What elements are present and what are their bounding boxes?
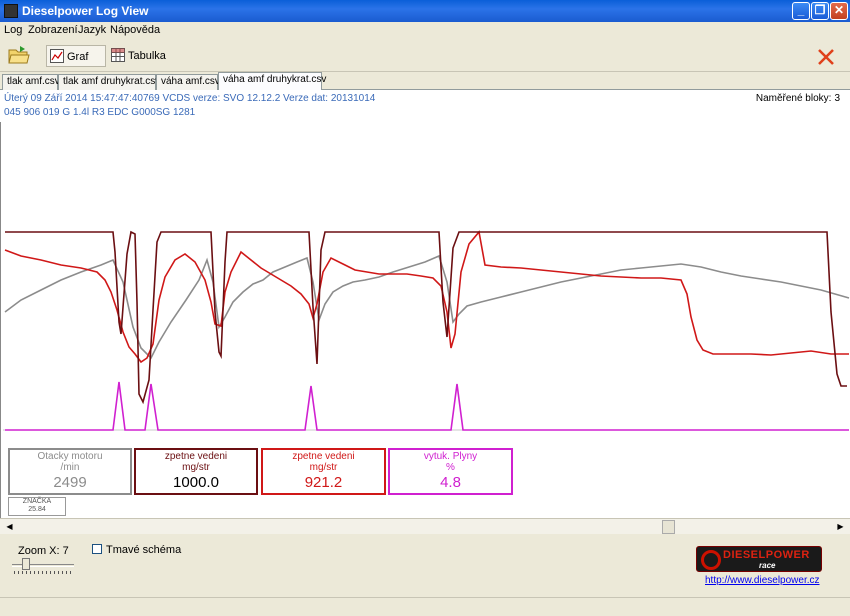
gauge-return-line-1[interactable]: zpetne vedeni mg/str 1000.0 xyxy=(134,448,258,495)
app-window: Dieselpower Log View _ ❐ ✕ Log Zobrazení… xyxy=(0,0,850,616)
logo-subtitle: race engineering xyxy=(759,561,804,571)
graph-icon xyxy=(50,49,64,63)
close-file-icon[interactable] xyxy=(815,46,837,68)
log-info-line2: 045 906 019 G 1.4l R3 EDC G000SG 1281 xyxy=(4,107,196,118)
marker-value: 25.84 xyxy=(28,506,46,513)
menu-bar: Log Zobrazení Jazyk Nápověda xyxy=(0,22,850,40)
open-folder-icon[interactable] xyxy=(8,45,30,65)
gauge-return-line-2-name: zpetne vedeni xyxy=(292,451,355,462)
gauge-exhaust-leak[interactable]: vytuk. Plyny % 4.8 xyxy=(388,448,513,495)
table-view-button[interactable]: Tabulka xyxy=(108,45,172,67)
logo-brand: DIESELPOWER xyxy=(723,549,810,561)
measured-blocks-label: Naměřené bloky: xyxy=(755,93,832,104)
dieselpower-logo: DIESELPOWER race engineering xyxy=(696,546,822,572)
window-title: Dieselpower Log View xyxy=(22,4,149,18)
logo-tire-icon xyxy=(701,550,721,570)
website-link[interactable]: http://www.dieselpower.cz xyxy=(705,575,820,586)
scroll-right-arrow-icon[interactable]: ▶ xyxy=(833,520,848,534)
minimize-button[interactable]: _ xyxy=(792,2,810,20)
gauge-engine-speed-unit: /min xyxy=(60,462,80,473)
gauge-return-line-1-value: 1000.0 xyxy=(173,474,219,491)
graph-label: Graf xyxy=(67,51,89,63)
zoom-slider-ticks xyxy=(14,571,72,574)
table-icon xyxy=(111,48,125,62)
gauge-return-line-2[interactable]: zpetne vedeni mg/str 921.2 xyxy=(261,448,386,495)
tab-vaha-amf-druhykrat[interactable]: váha amf druhykrat.csv xyxy=(218,72,326,91)
table-label: Tabulka xyxy=(128,50,166,62)
gauge-engine-speed-value: 2499 xyxy=(53,474,87,491)
bottom-panel: Zoom X:7 Tmavé schéma DIESELPOWER race e… xyxy=(0,534,850,594)
zoom-x-readout: Zoom X: 7 xyxy=(18,545,69,557)
dark-scheme-checkbox-box[interactable] xyxy=(92,544,102,554)
menu-log[interactable]: Log xyxy=(4,24,22,36)
menu-view[interactable]: Zobrazení xyxy=(28,24,78,36)
log-info: Úterý 09 Září 2014 15:47:47:40769 VCDS v… xyxy=(0,90,850,122)
measured-blocks: Naměřené bloky: 3 xyxy=(756,93,840,104)
toolbar: Graf Tabulka xyxy=(0,40,850,72)
zoom-x-label: Zoom X: xyxy=(18,545,60,557)
menu-language[interactable]: Jazyk xyxy=(78,24,106,36)
series-gray-line xyxy=(4,254,850,360)
gauge-return-line-2-unit: mg/str xyxy=(309,462,338,473)
status-bar xyxy=(0,597,850,616)
tab-vaha-amf[interactable]: váha amf.csv xyxy=(156,74,220,90)
scroll-left-arrow-icon[interactable]: ◀ xyxy=(2,520,17,534)
series-red-line xyxy=(4,230,849,364)
tab-tlak-amf-druhykrat[interactable]: tlak amf druhykrat.csv xyxy=(58,74,160,90)
gauge-exhaust-leak-unit: % xyxy=(446,462,455,473)
scroll-thumb[interactable] xyxy=(662,520,675,534)
marker-label: ZNAČKA xyxy=(22,498,52,505)
title-bar: Dieselpower Log View _ ❐ ✕ xyxy=(0,0,850,22)
marker-box[interactable]: ZNAČKA 25.84 xyxy=(8,497,66,516)
gauge-return-line-2-value: 921.2 xyxy=(304,474,343,491)
gauge-engine-speed-name: Otacky motoru xyxy=(37,451,103,462)
menu-help[interactable]: Nápověda xyxy=(110,24,160,36)
gauge-return-line-1-unit: mg/str xyxy=(182,462,210,473)
zoom-x-slider[interactable] xyxy=(12,558,74,574)
zoom-slider-knob[interactable] xyxy=(22,558,30,570)
file-tabs: tlak amf.csv tlak amf druhykrat.csv váha… xyxy=(0,72,850,91)
measured-blocks-value: 3 xyxy=(834,93,840,104)
gauge-exhaust-leak-name: vytuk. Plyny xyxy=(423,451,478,462)
dark-scheme-label: Tmavé schéma xyxy=(106,544,182,556)
gauge-exhaust-leak-value: 4.8 xyxy=(440,474,461,491)
tab-tlak-amf[interactable]: tlak amf.csv xyxy=(2,74,60,90)
close-window-button[interactable]: ✕ xyxy=(830,2,848,20)
dark-scheme-checkbox[interactable]: Tmavé schéma xyxy=(92,544,181,556)
log-info-line1: Úterý 09 Září 2014 15:47:47:40769 VCDS v… xyxy=(4,93,376,104)
app-icon xyxy=(4,4,18,18)
graph-view-button[interactable]: Graf xyxy=(46,45,106,67)
maximize-button[interactable]: ❐ xyxy=(811,2,829,20)
graph-area[interactable]: Otacky motoru /min 2499 zpetne vedeni mg… xyxy=(0,122,850,518)
series-magenta-line xyxy=(5,381,849,431)
gauge-return-line-1-name: zpetne vedeni xyxy=(164,451,228,462)
horizontal-scrollbar[interactable]: ◀ ▶ xyxy=(0,518,850,534)
gauge-engine-speed[interactable]: Otacky motoru /min 2499 xyxy=(8,448,132,495)
zoom-x-value: 7 xyxy=(62,545,69,557)
